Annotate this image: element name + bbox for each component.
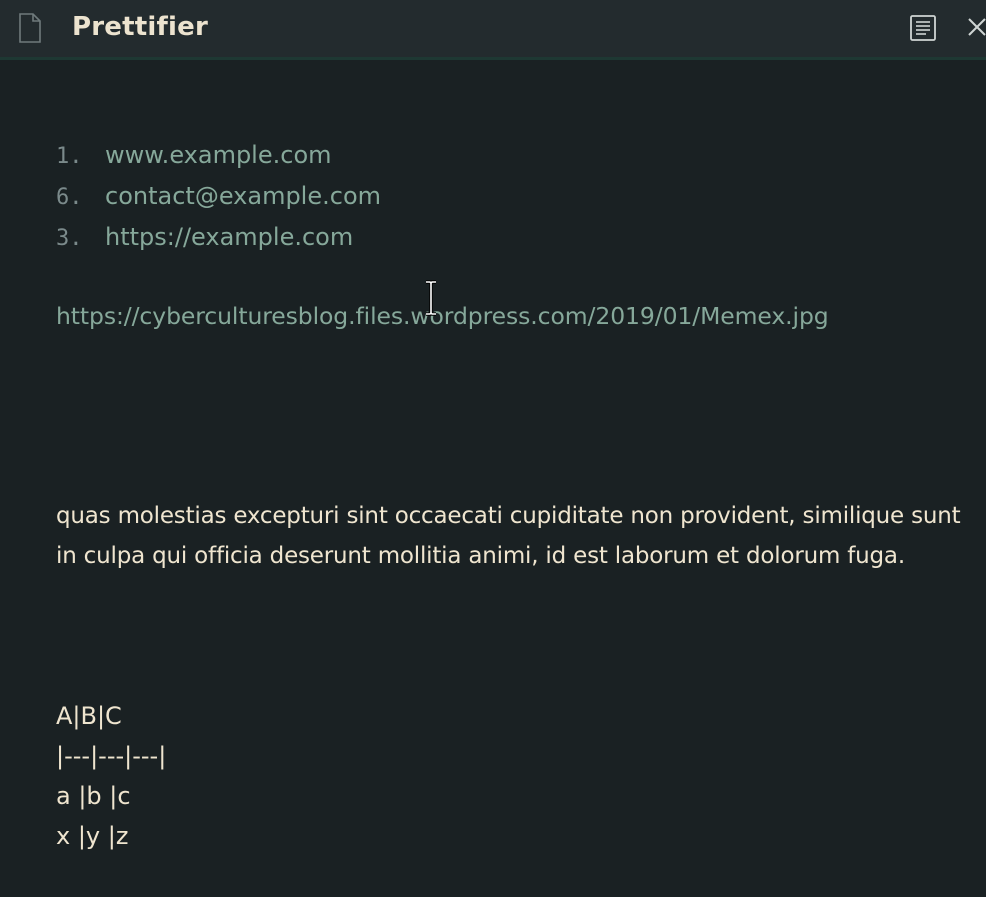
list-link[interactable]: www.example.com <box>105 141 332 169</box>
editor-content[interactable]: 1. www.example.com 6. contact@example.com … <box>0 60 986 897</box>
table-line: a |b |c <box>56 782 131 810</box>
note-title: Prettifier <box>72 12 208 42</box>
list-marker: 1. <box>56 144 83 169</box>
list-item: 3. https://example.com <box>56 217 381 258</box>
list-marker: 6. <box>56 185 83 210</box>
close-icon[interactable] <box>966 16 986 38</box>
list-item: 1. www.example.com <box>56 135 381 176</box>
title-bar: Prettifier <box>0 0 986 60</box>
table-line: A|B|C <box>56 702 122 730</box>
table-line: |---|---|---| <box>56 742 167 770</box>
image-url-link[interactable]: https://cyberculturesblog.files.wordpres… <box>56 302 829 330</box>
file-icon <box>19 13 41 43</box>
text-cursor-icon <box>426 280 436 316</box>
markdown-table-source: A|B|C |---|---|---| a |b |c x |y |z <box>56 696 166 856</box>
table-line: x |y |z <box>56 822 129 850</box>
body-paragraph: quas molestias excepturi sint occaecati … <box>56 503 961 569</box>
reading-view-icon[interactable] <box>909 14 937 42</box>
list-link[interactable]: contact@example.com <box>105 182 381 210</box>
list-marker: 3. <box>56 226 83 251</box>
ordered-list: 1. www.example.com 6. contact@example.com … <box>56 135 381 258</box>
editor-window: Prettifier 1. www.example.com 6. contact@e… <box>0 0 986 897</box>
image-url-line: https://cyberculturesblog.files.wordpres… <box>56 296 829 339</box>
list-link[interactable]: https://example.com <box>105 223 353 251</box>
list-item: 6. contact@example.com <box>56 176 381 217</box>
